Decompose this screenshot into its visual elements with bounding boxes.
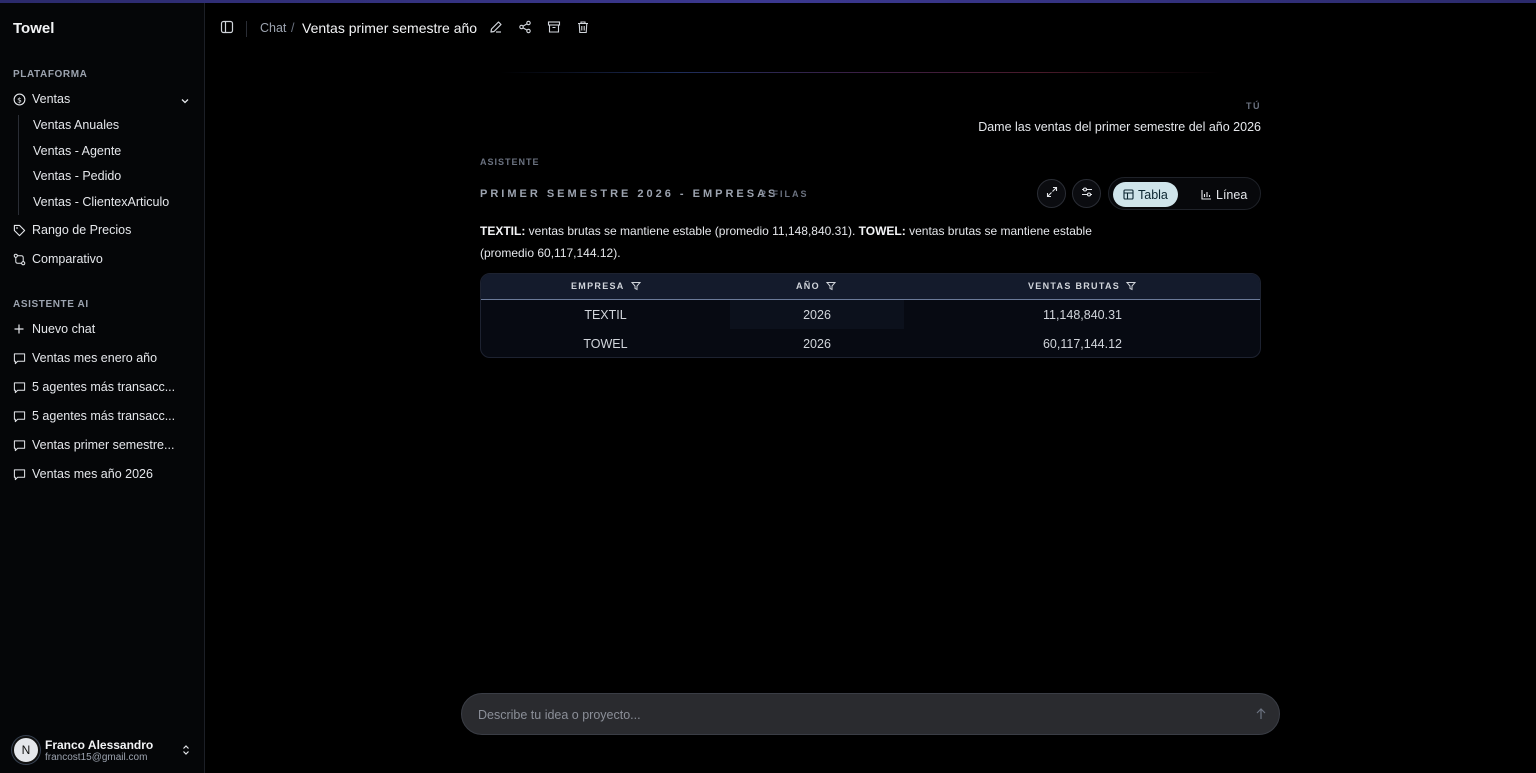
new-chat-button[interactable]: Nuevo chat (12, 318, 194, 340)
table-cell: 11,148,840.31 (1042, 307, 1122, 322)
table-row: TOWEL 2026 60,117,144.12 (481, 329, 1260, 357)
chat-history-item[interactable]: Ventas primer semestre... (12, 434, 194, 456)
chevron-down-icon[interactable] (180, 93, 190, 111)
summary-company-2: TOWEL: (858, 224, 906, 238)
view-line-label: Línea (1216, 187, 1248, 202)
column-header-empresa[interactable]: EMPRESA (571, 281, 641, 291)
assistant-role-label: ASISTENTE (480, 157, 540, 167)
sidebar-item-comparativo[interactable]: Comparativo (12, 248, 194, 270)
section-label-ai: ASISTENTE AI (13, 299, 89, 310)
filter-icon[interactable] (1126, 281, 1137, 291)
message-icon (12, 409, 26, 423)
sidebar-item-rango-precios[interactable]: Rango de Precios (12, 219, 194, 241)
table-header: EMPRESA AÑO VENTAS BRUTAS (481, 274, 1260, 300)
prompt-input[interactable] (478, 705, 1238, 725)
plus-icon (12, 322, 26, 336)
table-cell: TEXTIL (584, 307, 627, 322)
sidebar-item-ventas[interactable]: $ Ventas (12, 88, 194, 110)
view-table-label: Tabla (1138, 187, 1168, 202)
sidebar-item-label: Rango de Precios (32, 223, 132, 237)
column-header-label: AÑO (796, 281, 820, 291)
summary-company-1: TEXTIL: (480, 224, 526, 238)
avatar: N (12, 736, 40, 764)
edit-icon[interactable] (489, 20, 503, 39)
message-icon (12, 380, 26, 394)
column-header-label: VENTAS BRUTAS (1028, 281, 1121, 291)
sidebar-subitem-ventas-agente[interactable]: Ventas - Agente (33, 144, 121, 158)
view-line-button[interactable]: Línea (1191, 182, 1257, 207)
user-role-label: TÚ (1246, 101, 1261, 111)
sidebar-subitem-ventas-clientexarticulo[interactable]: Ventas - ClientexArticulo (33, 195, 169, 209)
user-menu[interactable]: N Franco Alessandro francost15@gmail.com (12, 733, 194, 767)
user-info: Franco Alessandro francost15@gmail.com (45, 738, 153, 763)
chat-history-label: Ventas mes enero año (32, 351, 158, 365)
results-table: EMPRESA AÑO VENTAS BRUTAS TEXTIL 2026 11… (480, 273, 1261, 358)
chat-history-item[interactable]: 5 agentes más transacc... (12, 405, 194, 427)
sidebar-item-label: Comparativo (32, 252, 103, 266)
summary-text-1: ventas brutas se mantiene estable (prome… (525, 224, 859, 238)
table-cell: TOWEL (583, 336, 628, 351)
chat-history-label: 5 agentes más transacc... (32, 409, 176, 423)
arrow-up-icon[interactable] (1255, 707, 1267, 726)
chat-history-label: Ventas primer semestre... (32, 438, 175, 452)
expand-icon (1046, 185, 1058, 203)
message-icon (12, 467, 26, 481)
user-name: Franco Alessandro (45, 737, 154, 752)
table-row: TEXTIL 2026 11,148,840.31 (481, 300, 1260, 329)
user-email: francost15@gmail.com (45, 751, 148, 763)
archive-icon[interactable] (547, 20, 561, 39)
filter-icon[interactable] (825, 281, 836, 291)
settings-icon (1081, 185, 1093, 203)
view-table-button[interactable]: Tabla (1113, 182, 1178, 207)
composer (461, 693, 1280, 735)
expand-button[interactable] (1037, 179, 1066, 208)
submenu-divider (18, 115, 19, 215)
result-summary: TEXTIL: ventas brutas se mantiene establ… (480, 221, 1120, 264)
table-cell: 2026 (803, 307, 831, 322)
column-header-ano[interactable]: AÑO (796, 281, 836, 291)
chat-history-label: Ventas mes año 2026 (32, 467, 153, 481)
table-cell: 60,117,144.12 (1042, 336, 1122, 351)
sidebar-toggle-icon[interactable] (220, 20, 234, 39)
user-message: Dame las ventas del primer semestre del … (978, 120, 1261, 134)
svg-text:$: $ (17, 95, 22, 104)
trash-icon[interactable] (576, 20, 590, 39)
tag-icon (12, 223, 26, 237)
chat-history-item[interactable]: 5 agentes más transacc... (12, 376, 194, 398)
share-icon[interactable] (518, 20, 532, 39)
compare-icon (12, 252, 26, 266)
filter-icon[interactable] (630, 281, 641, 291)
page-title: Ventas primer semestre año (302, 20, 478, 36)
chat-history-item[interactable]: Ventas mes enero año (12, 347, 194, 369)
chevrons-updown-icon (181, 743, 191, 761)
column-header-label: EMPRESA (571, 281, 625, 291)
dollar-circle-icon: $ (12, 92, 26, 106)
chat-history-item[interactable]: Ventas mes año 2026 (12, 463, 194, 485)
view-toggle: Tabla Línea (1108, 177, 1261, 210)
sidebar-subitem-ventas-pedido[interactable]: Ventas - Pedido (33, 169, 121, 183)
column-header-ventas-brutas[interactable]: VENTAS BRUTAS (1028, 281, 1137, 291)
header-glow-divider (500, 72, 1220, 73)
breadcrumb-separator: / (291, 21, 295, 35)
result-title: PRIMER SEMESTRE 2026 - EMPRESAS (480, 188, 779, 200)
chat-history-label: 5 agentes más transacc... (32, 380, 176, 394)
table-cell: 2026 (803, 336, 831, 351)
new-chat-label: Nuevo chat (32, 322, 96, 336)
sidebar-subitem-ventas-anuales[interactable]: Ventas Anuales (33, 118, 119, 132)
header-divider (246, 21, 247, 37)
result-row-count: 2 FILAS (761, 189, 809, 199)
section-label-platform: PLATAFORMA (13, 69, 88, 80)
message-icon (12, 351, 26, 365)
bar-chart-icon (1201, 189, 1212, 200)
table-icon (1123, 189, 1134, 200)
sidebar: Towel PLATAFORMA $ Ventas Ventas Anuales… (0, 3, 205, 773)
settings-button[interactable] (1072, 179, 1101, 208)
message-icon (12, 438, 26, 452)
sidebar-item-label: Ventas (32, 92, 71, 106)
breadcrumb-chat-link[interactable]: Chat (260, 21, 286, 35)
top-header: Chat / Ventas primer semestre año (206, 3, 1536, 53)
brand-logo[interactable]: Towel (13, 20, 54, 37)
